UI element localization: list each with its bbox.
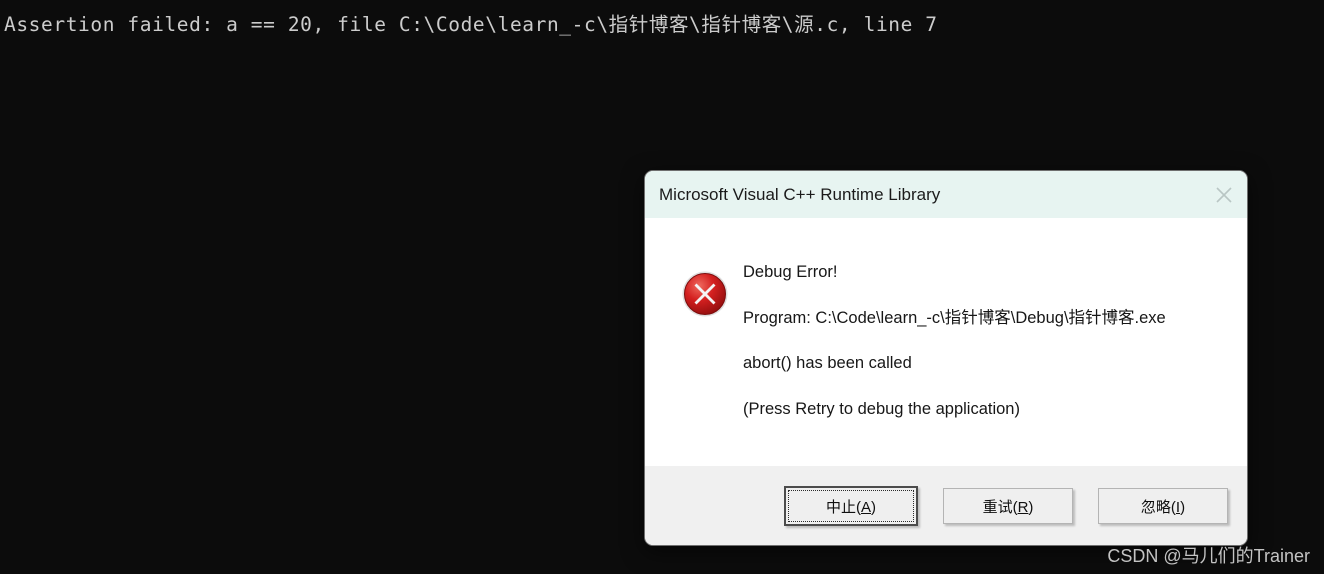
retry-button[interactable]: 重试(R) bbox=[943, 488, 1073, 524]
abort-label-suffix: ) bbox=[871, 498, 876, 516]
console-assertion-text: Assertion failed: a == 20, file C:\Code\… bbox=[4, 13, 938, 36]
abort-button-label: 中止(A) bbox=[826, 496, 876, 517]
retry-button-label: 重试(R) bbox=[983, 496, 1034, 517]
abort-label-mnemonic: A bbox=[860, 498, 871, 516]
ignore-label-suffix: ) bbox=[1180, 498, 1186, 516]
message-line-4: (Press Retry to debug the application) bbox=[743, 399, 1020, 418]
error-circle-x-icon bbox=[681, 270, 729, 466]
abort-label-prefix: 中止( bbox=[825, 498, 861, 516]
message-line-1: Debug Error! bbox=[743, 263, 838, 281]
retry-label-mnemonic: R bbox=[1017, 498, 1029, 516]
message-block: Debug Error! Program: C:\Code\learn_-c\指… bbox=[743, 242, 1166, 466]
runtime-error-dialog: Microsoft Visual C++ Runtime Library Deb… bbox=[644, 170, 1248, 546]
screen-root: Assertion failed: a == 20, file C:\Code\… bbox=[0, 0, 1324, 574]
message-line-3: abort() has been called bbox=[743, 354, 912, 372]
close-button[interactable] bbox=[1201, 171, 1247, 218]
close-icon bbox=[1214, 185, 1234, 205]
csdn-watermark: CSDN @马儿们的Trainer bbox=[1107, 546, 1310, 566]
retry-label-prefix: 重试( bbox=[982, 498, 1018, 516]
ignore-button-label: 忽略(I) bbox=[1141, 496, 1185, 517]
dialog-content: Debug Error! Program: C:\Code\learn_-c\指… bbox=[645, 218, 1247, 466]
dialog-titlebar: Microsoft Visual C++ Runtime Library bbox=[645, 171, 1247, 218]
dialog-title: Microsoft Visual C++ Runtime Library bbox=[659, 184, 941, 204]
ignore-button[interactable]: 忽略(I) bbox=[1098, 488, 1228, 524]
message-line-2: Program: C:\Code\learn_-c\指针博客\Debug\指针博… bbox=[743, 308, 1166, 327]
dialog-button-bar: 中止(A) 重试(R) 忽略(I) bbox=[645, 466, 1247, 545]
ignore-label-prefix: 忽略( bbox=[1140, 498, 1176, 516]
abort-button[interactable]: 中止(A) bbox=[784, 486, 918, 526]
retry-label-suffix: ) bbox=[1028, 498, 1034, 516]
